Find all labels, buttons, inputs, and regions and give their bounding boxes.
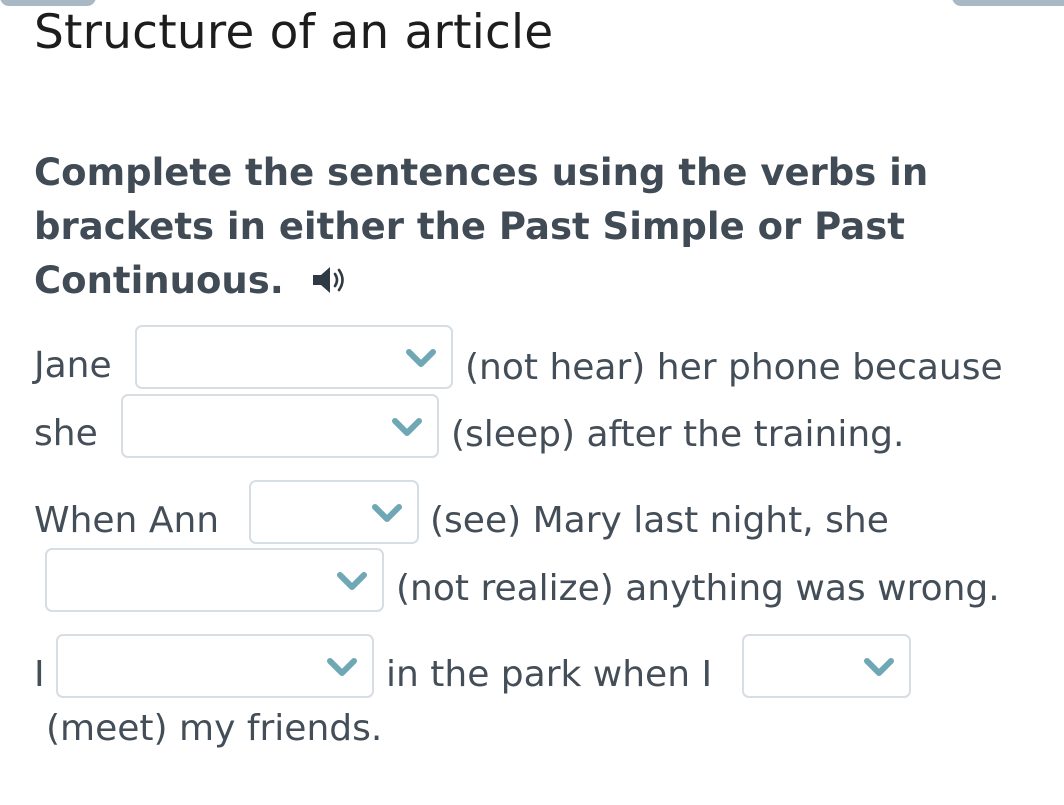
instruction-line-text: Continuous.: [34, 259, 284, 302]
chevron-down-icon: [372, 504, 402, 522]
top-right-tab-edge: [952, 0, 1064, 6]
instruction-line: brackets in either the Past Simple or Pa…: [34, 205, 905, 248]
sentence-text: in the park when I: [386, 654, 713, 695]
instruction-line: Complete the sentences using the verbs i…: [34, 151, 929, 194]
sentence-text: she: [34, 413, 98, 454]
chevron-down-icon: [337, 572, 367, 590]
verb-select-3[interactable]: [249, 480, 419, 544]
sentence-text: I: [34, 654, 45, 695]
sentence-text: (not hear) her phone because: [465, 347, 1003, 388]
verb-select-4[interactable]: [45, 548, 384, 612]
sentence-text: (sleep) after the training.: [451, 414, 905, 455]
chevron-down-icon: [327, 658, 357, 676]
exercise-instruction: Complete the sentences using the verbs i…: [34, 146, 934, 308]
sentence-text: (see) Mary last night, she: [430, 500, 889, 541]
sentence-text: (meet) my friends.: [46, 708, 383, 749]
verb-select-5[interactable]: [56, 634, 374, 698]
verb-select-1[interactable]: [135, 325, 453, 389]
speaker-icon[interactable]: [310, 262, 350, 298]
chevron-down-icon: [392, 418, 422, 436]
sentence-text: Jane: [34, 345, 112, 386]
instruction-line: Continuous.: [34, 254, 934, 308]
verb-select-6[interactable]: [742, 634, 911, 698]
chevron-down-icon: [406, 349, 436, 367]
sentence-text: (not realize) anything was wrong.: [396, 568, 1000, 609]
chevron-down-icon: [864, 658, 894, 676]
verb-select-2[interactable]: [121, 394, 439, 458]
page-title: Structure of an article: [34, 5, 554, 60]
sentence-text: When Ann: [34, 500, 220, 541]
